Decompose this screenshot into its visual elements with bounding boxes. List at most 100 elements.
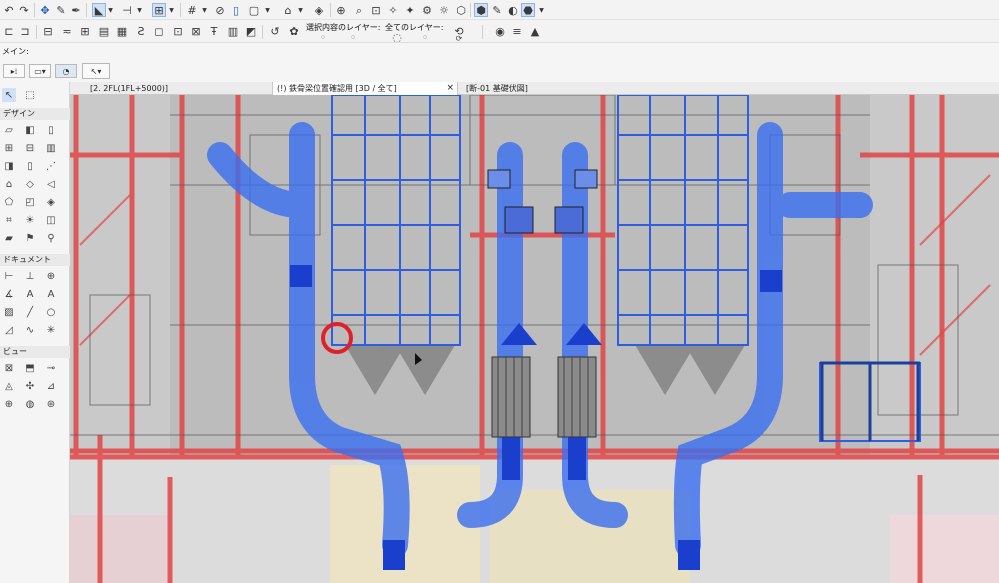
fill-icon[interactable]: ▨: [2, 305, 16, 319]
column-tool-icon[interactable]: Ƨ: [134, 24, 148, 38]
rotate-view-icon[interactable]: ✦: [403, 3, 417, 17]
inject-icon[interactable]: ✒: [69, 3, 83, 17]
3d-viewport[interactable]: [70, 95, 999, 583]
railing-icon[interactable]: ⋰: [44, 159, 58, 173]
line-icon[interactable]: ╱: [23, 305, 37, 319]
section-icon[interactable]: ⊠: [2, 361, 16, 375]
cutting-plane-icon[interactable]: ⬡: [454, 3, 468, 17]
radial-dimension-icon[interactable]: ⊕: [44, 269, 58, 283]
rotated-method-button[interactable]: ◔: [55, 64, 77, 78]
layer-icon[interactable]: ◈: [312, 3, 326, 17]
tab-section[interactable]: [断-01 基礎伏図]: [462, 82, 552, 95]
geometry-method-button[interactable]: ▸⁞: [3, 64, 25, 78]
zone-icon[interactable]: ◈: [44, 195, 58, 209]
layer-combo-icon[interactable]: ≡: [510, 24, 524, 38]
opening-icon[interactable]: ◫: [44, 213, 58, 227]
label-tool-icon[interactable]: ▥: [226, 24, 240, 38]
change-icon[interactable]: ⊿: [44, 379, 58, 393]
mesh-icon[interactable]: ◰: [23, 195, 37, 209]
lamp-icon[interactable]: ☀: [23, 213, 37, 227]
snap-dropdown-icon[interactable]: ▼: [107, 3, 114, 17]
camera-icon[interactable]: ◍: [23, 397, 37, 411]
orbit-icon[interactable]: ☼: [437, 3, 451, 17]
grid-element-icon[interactable]: ⊕: [2, 397, 16, 411]
label-icon[interactable]: A: [44, 287, 58, 301]
guide-dropdown-icon[interactable]: ▼: [136, 3, 143, 17]
interior-elevation-icon[interactable]: ⊸: [44, 361, 58, 375]
door-icon[interactable]: ◧: [23, 123, 37, 137]
spline-icon[interactable]: ∿: [23, 323, 37, 337]
panel-icon[interactable]: ▰: [2, 231, 16, 245]
explore-icon[interactable]: ⚙: [420, 3, 434, 17]
flag-icon[interactable]: ⚑: [23, 231, 37, 245]
undo-icon[interactable]: ↶: [2, 3, 16, 17]
sun-study-icon[interactable]: ⊛: [44, 397, 58, 411]
trace-icon[interactable]: ▢: [247, 3, 261, 17]
location-icon[interactable]: ⚲: [44, 231, 58, 245]
wall-tool-icon[interactable]: ⊟: [41, 24, 55, 38]
trace-dropdown-icon[interactable]: ▼: [264, 3, 271, 17]
rectangle-method-button[interactable]: ▭▾: [29, 64, 51, 78]
hotspot-icon[interactable]: ✳: [44, 323, 58, 337]
distribute-icon[interactable]: ⊐: [18, 24, 32, 38]
marquee-icon[interactable]: ▯: [229, 3, 243, 17]
suspend-group-icon[interactable]: ⊘: [213, 3, 227, 17]
align-icon[interactable]: ⊏: [2, 24, 16, 38]
polyline-icon[interactable]: ◿: [2, 323, 16, 337]
shell-icon[interactable]: ◇: [23, 177, 37, 191]
elevation-icon[interactable]: ⬒: [23, 361, 37, 375]
stair-icon[interactable]: ▯: [23, 159, 37, 173]
slab-icon[interactable]: ◨: [2, 159, 16, 173]
pan-icon[interactable]: ✧: [386, 3, 400, 17]
lock-dropdown-icon[interactable]: ▼: [297, 3, 304, 17]
3d-style-icon[interactable]: ✎: [490, 3, 504, 17]
detail-icon[interactable]: ✣: [23, 379, 37, 393]
lock-icon[interactable]: ⌂: [281, 3, 295, 17]
arrow-select-button[interactable]: ↖▾: [82, 63, 110, 79]
redo-icon[interactable]: ↷: [17, 3, 31, 17]
toolbox-section-document[interactable]: ドキュメント: [0, 254, 70, 266]
grid-snap-icon[interactable]: ⊞: [152, 3, 166, 17]
window-icon[interactable]: ▯: [44, 123, 58, 137]
zoom-fit-icon[interactable]: ⊡: [369, 3, 383, 17]
text-tool-icon[interactable]: Ŧ: [207, 24, 221, 38]
arrow-tool-icon[interactable]: ↖: [2, 88, 16, 102]
toolbox-section-design[interactable]: デザイン: [0, 108, 70, 120]
roof-tool-icon[interactable]: ▤: [97, 24, 111, 38]
level-dimension-icon[interactable]: ⊥: [23, 269, 37, 283]
grid-dropdown-icon[interactable]: ▼: [201, 3, 208, 17]
dimension-icon[interactable]: ⊢: [2, 269, 16, 283]
close-icon[interactable]: ×: [446, 82, 454, 95]
tab-3d-view[interactable]: (!) 鉄骨梁位置確認用 [3D / 全て] ×: [272, 82, 458, 95]
window-tool-icon[interactable]: ⊡: [171, 24, 185, 38]
object-icon[interactable]: ⌗: [2, 213, 16, 227]
zoom-in-icon[interactable]: ⊕: [334, 3, 348, 17]
figures-icon[interactable]: ✿: [287, 24, 301, 38]
graduation-icon[interactable]: ▲: [528, 24, 542, 38]
skylight-icon[interactable]: ◁: [44, 177, 58, 191]
marquee-tool-icon[interactable]: ⬚: [23, 88, 37, 102]
grid-snap-dropdown-icon[interactable]: ▼: [168, 3, 175, 17]
grid-icon[interactable]: #: [185, 3, 199, 17]
toolbox-section-view[interactable]: ビュー: [0, 346, 70, 358]
worksheet-icon[interactable]: ◬: [2, 379, 16, 393]
guide-line-icon[interactable]: ⊣: [120, 3, 134, 17]
snap-icon[interactable]: ◣: [92, 3, 106, 17]
wall-icon[interactable]: ▱: [2, 123, 16, 137]
eye-icon[interactable]: ◉: [493, 24, 507, 38]
text-icon[interactable]: A: [23, 287, 37, 301]
object-tool-icon[interactable]: ⊠: [189, 24, 203, 38]
curtain-wall-icon[interactable]: ⊞: [2, 141, 16, 155]
pick-up-icon[interactable]: ✎: [54, 3, 68, 17]
angle-dimension-icon[interactable]: ∡: [2, 287, 16, 301]
3d-view-icon[interactable]: ⬣: [521, 3, 535, 17]
slab-tool-icon[interactable]: ⊞: [78, 24, 92, 38]
visibility-icon[interactable]: ↺: [268, 24, 282, 38]
zoom-icon[interactable]: ⌕: [352, 3, 366, 17]
door-tool-icon[interactable]: ◻: [152, 24, 166, 38]
beam-icon[interactable]: ▥: [44, 141, 58, 155]
circle-icon[interactable]: ○: [44, 305, 58, 319]
fill-tool-icon[interactable]: ◩: [244, 24, 258, 38]
tab-floor-plan[interactable]: [2. 2FL(1FL+5000)]: [86, 82, 191, 95]
3d-window-icon[interactable]: ⬢: [474, 3, 488, 17]
